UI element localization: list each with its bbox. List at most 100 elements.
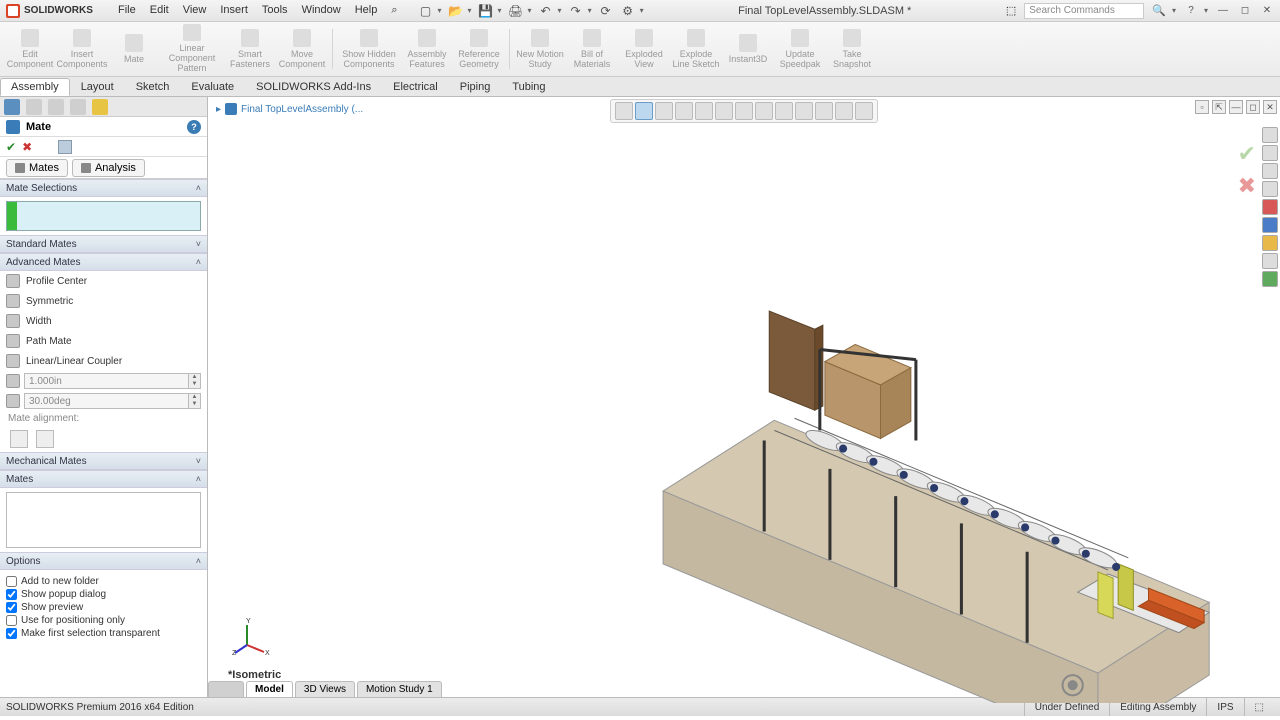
- option-checkbox-4[interactable]: [6, 628, 17, 639]
- viewport-link-icon[interactable]: ⇱: [1212, 100, 1226, 114]
- pm-ok-icon[interactable]: ✔: [6, 140, 16, 154]
- redo-icon[interactable]: ↷: [568, 3, 584, 19]
- option-checkbox-3[interactable]: [6, 615, 17, 626]
- mate-profile-center[interactable]: Profile Center: [0, 271, 207, 291]
- graphics-viewport[interactable]: ▸ Final TopLevelAssembly (... ▫ ⇱ ― ◻ ✕: [208, 97, 1280, 697]
- bottom-tab-motion-study[interactable]: Motion Study 1: [357, 681, 442, 697]
- tab-electrical[interactable]: Electrical: [382, 78, 449, 96]
- mate-linear-coupler[interactable]: Linear/Linear Coupler: [0, 351, 207, 371]
- print-icon[interactable]: 🖨: [508, 3, 524, 19]
- menu-help[interactable]: Help: [355, 4, 378, 17]
- tab-sketch[interactable]: Sketch: [125, 78, 181, 96]
- menu-file[interactable]: File: [118, 4, 136, 17]
- edit-appearance-icon[interactable]: [755, 102, 773, 120]
- option-checkbox-0[interactable]: [6, 576, 17, 587]
- orientation-triad[interactable]: Y X Z: [232, 617, 272, 657]
- save-icon[interactable]: 💾: [478, 3, 494, 19]
- menu-tools[interactable]: Tools: [262, 4, 288, 17]
- menu-insert[interactable]: Insert: [220, 4, 248, 17]
- hud-more3-icon[interactable]: [855, 102, 873, 120]
- undo-icon[interactable]: ↶: [538, 3, 554, 19]
- zoom-area-icon[interactable]: [635, 102, 653, 120]
- zoom-fit-icon[interactable]: [615, 102, 633, 120]
- option-2[interactable]: Show preview: [6, 602, 201, 613]
- mate-width[interactable]: Width: [0, 311, 207, 331]
- help-icon[interactable]: ?: [1184, 4, 1198, 18]
- viewport-single-icon[interactable]: ▫: [1195, 100, 1209, 114]
- section-standard-mates[interactable]: Standard Mates˅: [0, 235, 207, 253]
- open-icon[interactable]: 📂: [448, 3, 464, 19]
- section-mate-selections[interactable]: Mate Selections˄: [0, 179, 207, 197]
- section-mechanical-mates[interactable]: Mechanical Mates˅: [0, 452, 207, 470]
- pm-preview-icon[interactable]: [38, 140, 52, 154]
- mate-path[interactable]: Path Mate: [0, 331, 207, 351]
- angle-mate-icon[interactable]: [6, 394, 20, 408]
- option-0[interactable]: Add to new folder: [6, 576, 201, 587]
- breadcrumb-arrow-icon[interactable]: ▸: [216, 104, 221, 115]
- close-button[interactable]: ✕: [1260, 4, 1274, 18]
- menu-window[interactable]: Window: [302, 4, 341, 17]
- hide-show-icon[interactable]: [735, 102, 753, 120]
- pm-help-icon[interactable]: ?: [187, 120, 201, 134]
- viewport-close-icon[interactable]: ✕: [1263, 100, 1277, 114]
- option-label-2: Show preview: [21, 602, 83, 613]
- menu-edit[interactable]: Edit: [150, 4, 169, 17]
- mate-selections-listbox[interactable]: [6, 201, 201, 231]
- rebuild-icon[interactable]: ⟳: [598, 3, 614, 19]
- align-opposite-button[interactable]: [36, 430, 54, 448]
- pm-pin-icon[interactable]: [58, 140, 72, 154]
- subtab-analysis[interactable]: Analysis: [72, 159, 145, 177]
- options-icon[interactable]: ⚙: [620, 3, 636, 19]
- search-commands-input[interactable]: Search Commands: [1024, 3, 1144, 19]
- search-scope-icon[interactable]: ⬚: [1006, 4, 1016, 17]
- section-view-icon[interactable]: [675, 102, 693, 120]
- apply-scene-icon[interactable]: [775, 102, 793, 120]
- bottom-tab-model[interactable]: Model: [246, 681, 293, 697]
- view-settings-icon[interactable]: [795, 102, 813, 120]
- angle-spinner[interactable]: ▲▼: [189, 393, 201, 409]
- view-orient-icon[interactable]: [695, 102, 713, 120]
- tab-piping[interactable]: Piping: [449, 78, 502, 96]
- section-advanced-mates[interactable]: Advanced Mates˄: [0, 253, 207, 271]
- section-mates-list[interactable]: Mates˄: [0, 470, 207, 488]
- angle-input[interactable]: [24, 393, 189, 409]
- distance-input[interactable]: [24, 373, 189, 389]
- tab-tubing[interactable]: Tubing: [501, 78, 556, 96]
- align-same-button[interactable]: [10, 430, 28, 448]
- tab-evaluate[interactable]: Evaluate: [180, 78, 245, 96]
- tab-layout[interactable]: Layout: [70, 78, 125, 96]
- fm-tab-config-icon[interactable]: [48, 99, 64, 115]
- option-4[interactable]: Make first selection transparent: [6, 628, 201, 639]
- new-doc-icon[interactable]: ▢: [417, 3, 433, 19]
- fm-tab-display-icon[interactable]: [92, 99, 108, 115]
- viewport-minimize-icon[interactable]: ―: [1229, 100, 1243, 114]
- fm-tab-feature-tree-icon[interactable]: [4, 99, 20, 115]
- hud-more2-icon[interactable]: [835, 102, 853, 120]
- option-1[interactable]: Show popup dialog: [6, 589, 201, 600]
- fm-tab-dimxpert-icon[interactable]: [70, 99, 86, 115]
- pm-cancel-icon[interactable]: ✖: [22, 140, 32, 154]
- distance-spinner[interactable]: ▲▼: [189, 373, 201, 389]
- menu-pin-icon[interactable]: ⌕: [391, 4, 397, 17]
- display-style-icon[interactable]: [715, 102, 733, 120]
- breadcrumb-text[interactable]: Final TopLevelAssembly (...: [241, 104, 363, 115]
- option-checkbox-2[interactable]: [6, 602, 17, 613]
- mate-symmetric[interactable]: Symmetric: [0, 291, 207, 311]
- tab-addins[interactable]: SOLIDWORKS Add-Ins: [245, 78, 382, 96]
- mates-listbox[interactable]: [6, 492, 201, 548]
- search-icon[interactable]: 🔍: [1152, 4, 1166, 17]
- prev-view-icon[interactable]: [655, 102, 673, 120]
- bottom-tab-3dviews[interactable]: 3D Views: [295, 681, 355, 697]
- maximize-button[interactable]: ◻: [1238, 4, 1252, 18]
- minimize-button[interactable]: ―: [1216, 4, 1230, 18]
- fm-tab-property-mgr-icon[interactable]: [26, 99, 42, 115]
- menu-view[interactable]: View: [183, 4, 207, 17]
- tab-assembly[interactable]: Assembly: [0, 78, 70, 96]
- section-options[interactable]: Options˄: [0, 552, 207, 570]
- option-checkbox-1[interactable]: [6, 589, 17, 600]
- option-3[interactable]: Use for positioning only: [6, 615, 201, 626]
- distance-mate-icon[interactable]: [6, 374, 20, 388]
- subtab-mates[interactable]: Mates: [6, 159, 68, 177]
- hud-more-icon[interactable]: [815, 102, 833, 120]
- viewport-maximize-icon[interactable]: ◻: [1246, 100, 1260, 114]
